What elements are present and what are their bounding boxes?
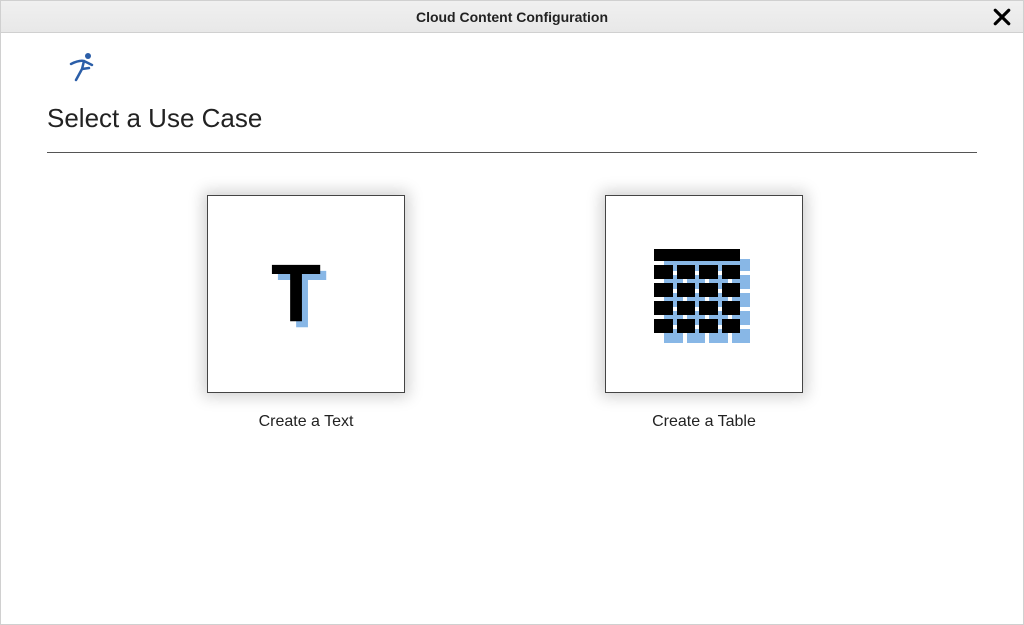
dialog-window: Cloud Content Configuration Select a Use… xyxy=(0,0,1024,625)
use-case-cards: T T Create a Text xyxy=(47,195,977,431)
create-text-label: Create a Text xyxy=(259,413,354,431)
card-wrap-text: T T Create a Text xyxy=(207,195,405,431)
app-logo-icon xyxy=(65,51,97,83)
title-bar: Cloud Content Configuration xyxy=(1,1,1023,33)
dialog-title: Cloud Content Configuration xyxy=(416,9,608,25)
table-icon xyxy=(654,249,754,339)
heading-divider xyxy=(47,152,977,153)
text-icon: T T xyxy=(271,259,341,329)
page-heading: Select a Use Case xyxy=(47,103,977,134)
create-text-card[interactable]: T T xyxy=(207,195,405,393)
card-wrap-table: Create a Table xyxy=(605,195,803,431)
create-table-label: Create a Table xyxy=(652,413,756,431)
close-icon xyxy=(993,8,1011,26)
close-button[interactable] xyxy=(991,6,1013,28)
dialog-content: Select a Use Case T T Create a Text xyxy=(1,33,1023,624)
create-table-card[interactable] xyxy=(605,195,803,393)
